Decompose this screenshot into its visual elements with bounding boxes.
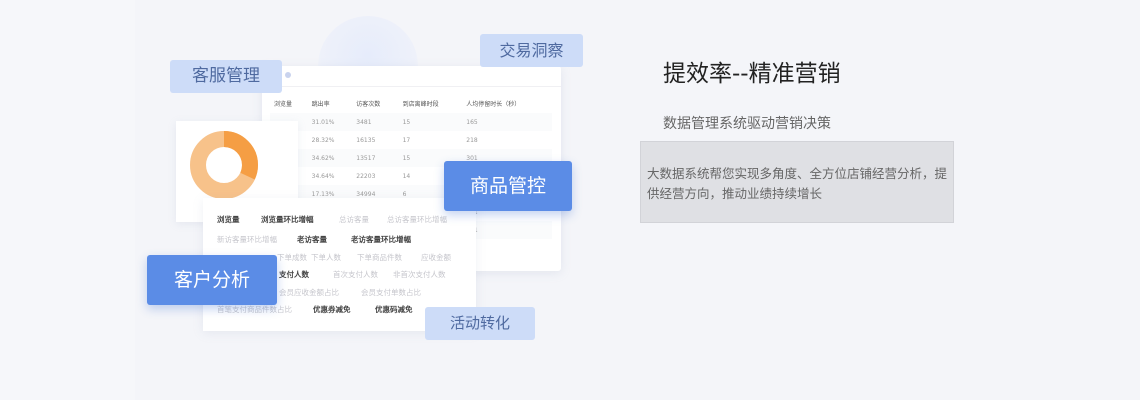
table-row: 31.01% 3481 15 165 <box>270 113 552 131</box>
metric-tag: 首次支付人数 <box>333 270 378 279</box>
metric-tag: 总访客量环比增幅 <box>387 215 447 224</box>
metric-tag: 会员应收金额占比 <box>279 288 339 297</box>
label-activity-conversion: 活动转化 <box>425 307 535 340</box>
metric-tag: 老访客量环比增幅 <box>351 235 411 244</box>
table-cell: 3481 <box>352 113 399 131</box>
status-dot <box>285 72 291 78</box>
label-customer-analysis: 客户分析 <box>147 255 277 305</box>
metric-tag: 优惠券减免 <box>313 305 351 314</box>
metric-tag: 下单成数 <box>277 253 307 262</box>
table-header: 访客次数 <box>356 101 381 108</box>
table-header-row: 浏览量 跳出率 访客次数 到店离峰时段 人均停留时长（秒） <box>270 94 552 113</box>
table-cell: 17 <box>402 136 411 144</box>
table-header: 到店离峰时段 <box>402 101 439 108</box>
table-cell: 218 <box>466 136 478 144</box>
table-cell: 22203 <box>356 172 376 180</box>
metric-tag: 会员支付单数占比 <box>361 288 421 297</box>
section-title: 提效率--精准营销 <box>663 61 841 87</box>
label-customer-service: 客服管理 <box>170 60 282 93</box>
metric-tag: 浏览量 <box>217 215 240 224</box>
metric-tag: 新访客量环比增幅 <box>217 235 277 244</box>
table-cell: 28.32% <box>311 136 335 144</box>
label-product-control: 商品管控 <box>444 161 572 211</box>
table-cell: 31.01% <box>307 113 353 131</box>
table-header: 人均停留时长（秒） <box>466 101 521 108</box>
table-cell: 165 <box>462 113 552 131</box>
table-header: 浏览量 <box>274 101 293 108</box>
metric-tag: 下单商品件数 <box>357 253 402 262</box>
metric-tag: 下单人数 <box>311 253 341 262</box>
description-box: 大数据系统帮您实现多角度、全方位店铺经营分析，提供经营方向，推动业绩持续增长 <box>640 141 954 223</box>
metric-tag: 非首次支付人数 <box>393 270 446 279</box>
metric-tag: 浏览量环比增幅 <box>261 215 314 224</box>
table-cell: 13517 <box>352 149 399 167</box>
table-cell: 34.64% <box>311 172 335 180</box>
table-cell: 15 <box>398 113 463 131</box>
label-trade-insight: 交易洞察 <box>480 34 583 67</box>
donut-chart <box>190 131 258 199</box>
section-subtitle: 数据管理系统驱动营销决策 <box>663 116 831 132</box>
table-cell: 34.62% <box>307 149 353 167</box>
hero-section: 浏览量 跳出率 访客次数 到店离峰时段 人均停留时长（秒） 31.01% 348… <box>0 0 1140 400</box>
table-header: 跳出率 <box>311 101 330 108</box>
description-text: 大数据系统帮您实现多角度、全方位店铺经营分析，提供经营方向，推动业绩持续增长 <box>647 166 948 201</box>
metric-tag: 优惠码减免 <box>375 305 413 314</box>
metric-tag: 总访客量 <box>339 215 369 224</box>
table-cell: 16135 <box>356 136 376 144</box>
metric-tag: 老访客量 <box>297 235 327 244</box>
metric-tag: 首笔支付商品件数占比 <box>217 305 292 314</box>
card-topbar <box>262 66 561 87</box>
metric-tag: 支付人数 <box>279 270 309 279</box>
metric-tag: 应收金额 <box>421 253 451 262</box>
table-row: 28.32% 16135 17 218 <box>270 131 552 149</box>
